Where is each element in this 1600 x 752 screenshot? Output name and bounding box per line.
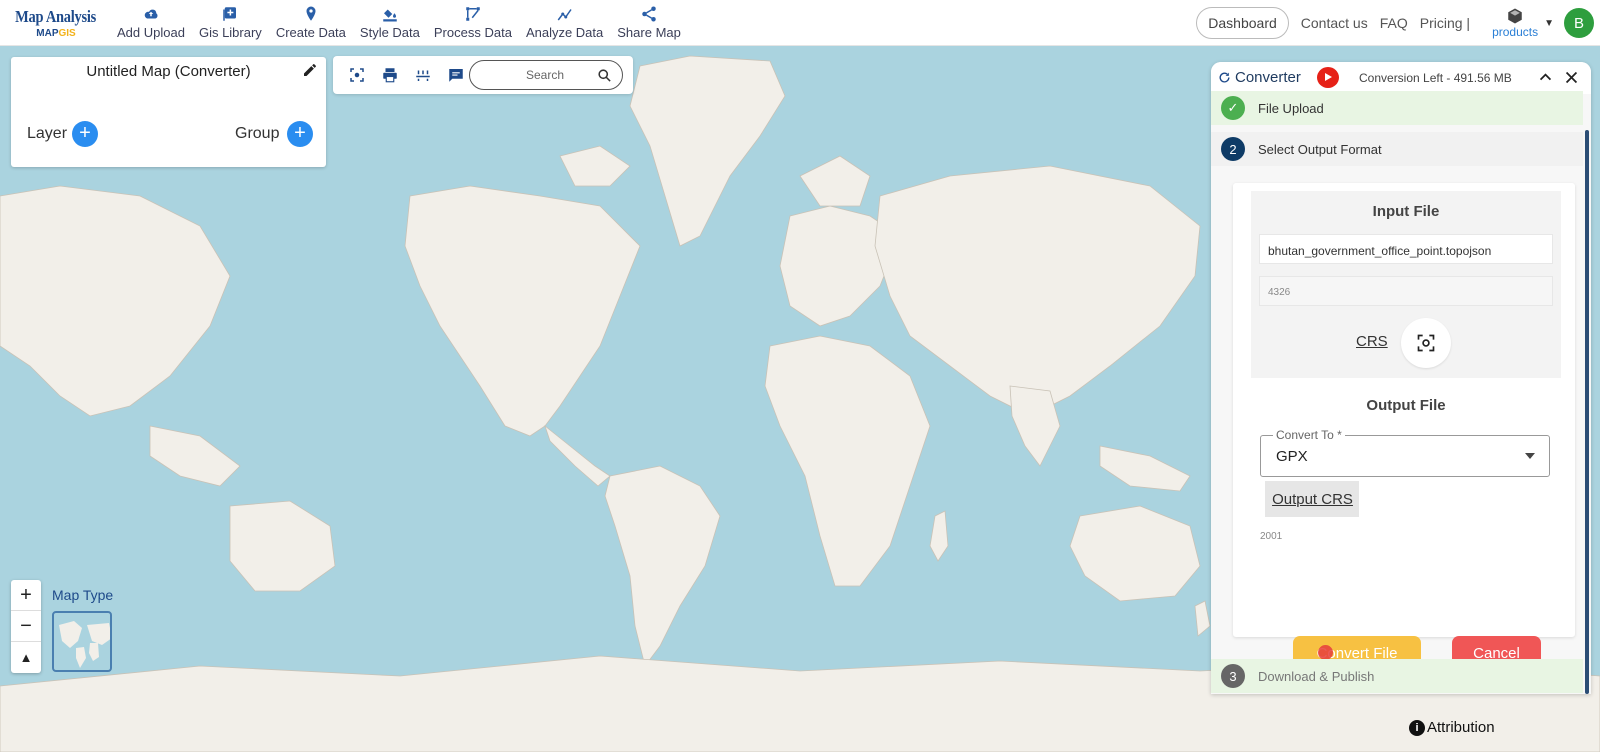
- products-menu[interactable]: products: [1492, 7, 1538, 39]
- step-label: Download & Publish: [1258, 668, 1375, 684]
- search-placeholder: Search: [526, 68, 565, 82]
- check-icon: ✓: [1221, 96, 1245, 120]
- share-icon: [642, 6, 656, 22]
- library-icon: [223, 7, 237, 21]
- cube-icon: [1508, 8, 1522, 24]
- converter-panel: Converter Conversion Left - 491.56 MB ✓ …: [1211, 62, 1591, 694]
- nav-label: Share Map: [617, 25, 681, 40]
- close-icon[interactable]: [1563, 69, 1580, 86]
- map-type-thumbnail[interactable]: [52, 611, 112, 672]
- scrollbar[interactable]: [1585, 130, 1589, 694]
- attribution-label: Attribution: [1427, 719, 1495, 736]
- pricing-link[interactable]: Pricing |: [1420, 15, 1470, 31]
- input-crs-field[interactable]: 4326: [1259, 276, 1553, 306]
- youtube-icon[interactable]: [1317, 67, 1339, 88]
- caret-down-icon[interactable]: ▼: [1544, 18, 1554, 29]
- nav-share-map[interactable]: Share Map: [610, 5, 688, 40]
- nav-label: Style Data: [359, 25, 420, 40]
- refresh-icon: [1219, 72, 1230, 83]
- search-icon[interactable]: [597, 68, 612, 83]
- zoom-in-button[interactable]: +: [11, 580, 41, 611]
- step-download-publish[interactable]: 3 Download & Publish: [1211, 659, 1583, 693]
- nav-style-data[interactable]: Style Data: [353, 5, 427, 40]
- nav-create-data[interactable]: Create Data: [269, 5, 353, 40]
- map-toolbar: Search: [333, 56, 633, 94]
- convert-to-label: Convert To *: [1273, 428, 1345, 442]
- map-type-label: Map Type: [52, 587, 114, 603]
- dashboard-button[interactable]: Dashboard: [1196, 7, 1289, 39]
- top-navbar: Map Analysis MAPGIS Add Upload Gis Libra…: [0, 0, 1600, 46]
- nav-label: Process Data: [433, 25, 512, 40]
- paint-bucket-icon: [383, 7, 397, 22]
- nav-menu: Add Upload Gis Library Create Data Style…: [110, 5, 688, 40]
- nav-right: Dashboard Contact us FAQ Pricing | produ…: [1196, 0, 1600, 46]
- map-pin-icon: [306, 6, 316, 21]
- search-input[interactable]: Search: [469, 60, 623, 90]
- step-select-output-format[interactable]: 2 Select Output Format: [1211, 132, 1583, 166]
- faq-link[interactable]: FAQ: [1380, 15, 1408, 31]
- output-crs-value: 2001: [1260, 531, 1283, 542]
- crosshair-focus-icon: [1417, 334, 1435, 352]
- converter-header: Converter Conversion Left - 491.56 MB: [1211, 62, 1591, 94]
- cloud-upload-icon: [144, 9, 158, 19]
- nav-label: Add Upload: [117, 25, 185, 40]
- process-icon: [466, 7, 480, 21]
- nav-analyze-data[interactable]: Analyze Data: [519, 5, 610, 40]
- group-label: Group: [235, 125, 280, 142]
- world-thumbnail: [59, 621, 110, 668]
- add-group-button[interactable]: +: [287, 121, 313, 147]
- crs-picker-button[interactable]: [1401, 318, 1451, 368]
- step-label: Select Output Format: [1258, 141, 1382, 157]
- layer-panel: Untitled Map (Converter) Layer + Group +: [11, 57, 326, 167]
- step-number: 3: [1221, 664, 1245, 688]
- avatar[interactable]: B: [1564, 8, 1594, 38]
- nav-label: Analyze Data: [525, 25, 604, 40]
- crs-link[interactable]: CRS: [1356, 333, 1388, 350]
- nav-gis-library[interactable]: Gis Library: [192, 5, 269, 40]
- info-icon: i: [1409, 719, 1425, 736]
- collapse-icon[interactable]: [1537, 69, 1554, 86]
- conversion-left: Conversion Left - 491.56 MB: [1359, 71, 1512, 85]
- step-number: 2: [1221, 137, 1245, 161]
- fullscreen-focus-icon[interactable]: [348, 66, 366, 84]
- reset-north-button[interactable]: ▲: [11, 642, 41, 673]
- nav-process-data[interactable]: Process Data: [427, 5, 519, 40]
- products-label: products: [1492, 25, 1539, 39]
- input-file-title: Input File: [1372, 203, 1440, 220]
- input-filename-field[interactable]: bhutan_government_office_point.topojson: [1259, 234, 1553, 264]
- input-file-section: Input File bhutan_government_office_poin…: [1251, 191, 1561, 378]
- nav-label: Create Data: [275, 25, 346, 40]
- zoom-out-button[interactable]: −: [11, 611, 41, 642]
- map-title: Untitled Map (Converter): [86, 63, 251, 80]
- measure-icon[interactable]: [414, 66, 432, 84]
- analyze-icon: [557, 9, 572, 21]
- attribution[interactable]: i Attribution: [1409, 719, 1495, 736]
- comment-icon[interactable]: [447, 66, 465, 84]
- step-label: File Upload: [1258, 100, 1324, 116]
- output-crs-button[interactable]: Output CRS: [1265, 481, 1359, 517]
- nav-add-upload[interactable]: Add Upload: [110, 5, 192, 40]
- brand-subtitle: MAPGIS: [36, 27, 76, 39]
- convert-to-value: GPX: [1276, 448, 1308, 465]
- contact-link[interactable]: Contact us: [1301, 15, 1368, 31]
- conversion-form: Input File bhutan_government_office_poin…: [1233, 183, 1575, 672]
- step-file-upload[interactable]: ✓ File Upload: [1211, 91, 1583, 125]
- brand-logo[interactable]: Map Analysis MAPGIS: [6, 0, 106, 46]
- output-file-section: Output File Convert To * GPX Output CRS …: [1251, 385, 1561, 551]
- zoom-control: + − ▲: [11, 580, 41, 673]
- brand-title: Map Analysis: [15, 6, 97, 26]
- print-icon[interactable]: [381, 66, 399, 84]
- layer-label: Layer: [27, 125, 68, 142]
- converter-title: Converter: [1235, 69, 1301, 86]
- dropdown-caret-icon: [1525, 453, 1535, 459]
- nav-label: Gis Library: [198, 25, 262, 40]
- output-file-title: Output File: [1366, 397, 1446, 414]
- pencil-icon[interactable]: [302, 62, 318, 78]
- convert-to-select[interactable]: Convert To * GPX: [1260, 428, 1550, 477]
- add-layer-button[interactable]: +: [72, 121, 98, 147]
- click-indicator: [1318, 645, 1333, 660]
